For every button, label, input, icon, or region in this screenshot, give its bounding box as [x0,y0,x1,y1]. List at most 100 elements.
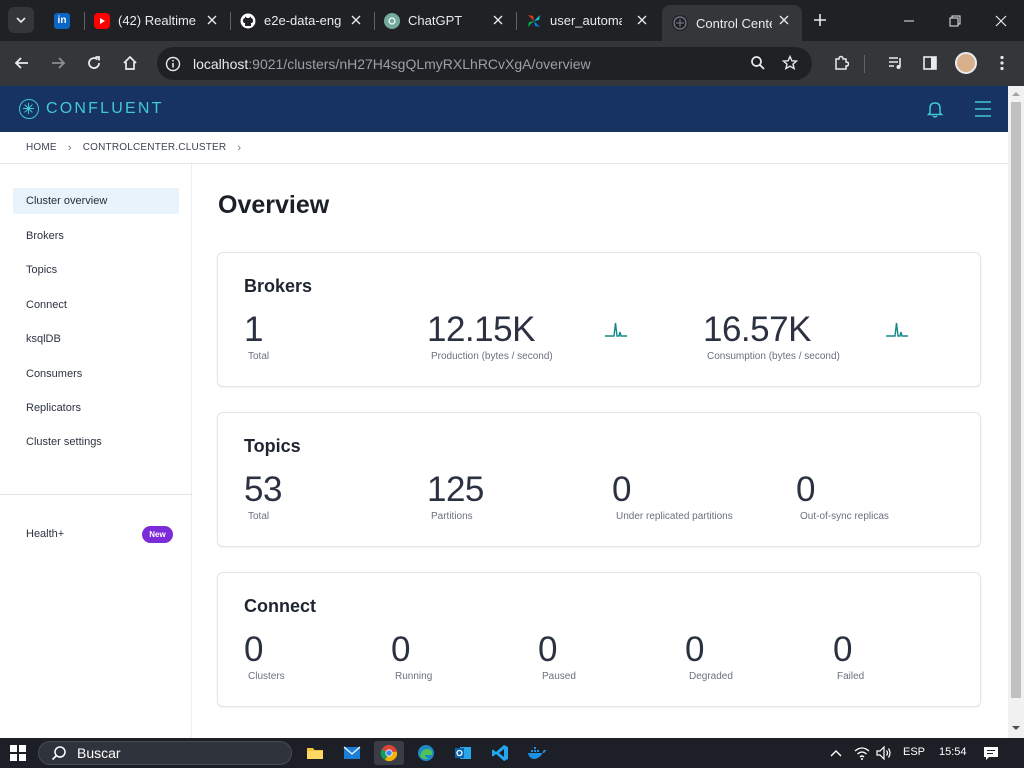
sidebar-item-label: Cluster overview [26,195,108,207]
address-bar[interactable]: localhost:9021/clusters/nH27H4sgQLmyRXLh… [157,47,812,80]
plus-icon [814,14,826,26]
chatgpt-icon [384,12,400,29]
restore-button[interactable] [932,0,978,41]
notifications-button[interactable] [925,99,945,119]
tab-chatgpt[interactable]: ChatGPT [374,5,516,36]
metric-label: Total [248,351,270,362]
bell-icon [926,102,944,118]
breadcrumb-home[interactable]: HOME [26,142,57,153]
app-menu-button[interactable] [973,99,993,119]
url-text: localhost:9021/clusters/nH27H4sgQLmyRXLh… [193,55,591,72]
close-icon[interactable] [634,12,650,28]
close-icon[interactable] [348,12,364,28]
page-scrollbar[interactable] [1008,86,1024,738]
vscode-icon[interactable] [485,741,515,765]
topics-card[interactable]: Topics 53 Total 125 Partitions 0 Under r… [217,412,981,547]
metric-label: Running [395,671,433,682]
sidebar-item-brokers[interactable]: Brokers [13,223,179,249]
consumption-sparkline-icon [886,322,908,337]
mail-icon[interactable] [337,741,367,765]
bookmark-button[interactable] [778,51,802,75]
sidebar-item-replicators[interactable]: Replicators [13,395,179,421]
sidebar-item-topics[interactable]: Topics [13,257,179,283]
hamburger-icon [975,101,991,117]
wifi-icon[interactable] [854,746,870,760]
sidebar: Cluster overview Brokers Topics Connect … [0,164,192,738]
back-button[interactable] [10,51,34,75]
tab-title: user_automat [550,13,622,28]
tab-github[interactable]: e2e-data-eng [230,5,374,36]
scroll-down-icon[interactable] [1012,724,1020,732]
chrome-icon[interactable] [374,741,404,765]
tab-search-dropdown-button[interactable] [8,7,34,33]
minimize-button[interactable] [886,0,932,41]
sidebar-item-label: ksqlDB [26,333,61,345]
sidebar-item-ksqldb[interactable]: ksqlDB [13,326,179,352]
home-button[interactable] [118,51,142,75]
sidebar-item-consumers[interactable]: Consumers [13,361,179,387]
sidebar-item-cluster-overview[interactable]: Cluster overview [13,188,179,214]
metric-label: Degraded [689,671,733,682]
windows-start-icon[interactable] [10,745,26,761]
close-icon[interactable] [490,12,506,28]
browser-menu-button[interactable] [990,51,1014,75]
media-control-button[interactable] [884,51,908,75]
chevron-down-icon [16,17,26,24]
tab-airflow[interactable]: user_automat [516,5,660,36]
confluent-logo[interactable]: CONFLUENT [19,99,164,119]
close-icon[interactable] [204,12,220,28]
sidebar-item-connect[interactable]: Connect [13,292,179,318]
metric-label: Paused [542,671,576,682]
volume-icon[interactable] [876,746,892,760]
metric-value: 12.15K [427,310,535,349]
extensions-button[interactable] [829,51,853,75]
reload-button[interactable] [82,51,106,75]
more-vertical-icon [1000,55,1004,71]
docker-icon[interactable] [522,741,552,765]
sidebar-item-health-plus[interactable]: Health+ [26,528,64,540]
scrollbar-thumb[interactable] [1011,102,1021,698]
site-info-icon[interactable] [165,56,181,72]
notification-center-icon[interactable] [983,746,999,761]
clock[interactable]: 15:54 [939,746,967,758]
chevron-right-icon: › [237,141,242,154]
card-title: Brokers [244,276,313,296]
search-placeholder: Buscar [77,745,121,761]
edge-icon[interactable] [411,741,441,765]
tab-youtube[interactable]: (42) Realtime [84,5,230,36]
taskbar-search[interactable]: Buscar [38,741,292,765]
card-title: Topics [244,436,301,456]
topics-under-replicated-metric: 0 Under replicated partitions [612,471,733,523]
chevron-up-icon[interactable] [830,749,842,757]
profile-avatar[interactable] [955,52,977,74]
file-explorer-icon[interactable] [300,741,330,765]
tab-control-center[interactable]: Control Cente [662,5,802,41]
connect-degraded-metric: 0 Degraded [685,631,733,683]
close-window-button[interactable] [978,0,1024,41]
tab-linkedin[interactable]: in [44,5,84,36]
outlook-icon[interactable] [448,741,478,765]
forward-button[interactable] [46,51,70,75]
new-tab-button[interactable] [808,8,832,32]
minimize-icon [904,20,914,21]
sidebar-item-cluster-settings[interactable]: Cluster settings [13,429,179,455]
metric-value: 53 [244,470,282,509]
breadcrumb: HOME › CONTROLCENTER.CLUSTER › [0,132,1008,164]
metric-label: Total [248,511,270,522]
metric-value: 0 [244,630,263,669]
production-sparkline-icon [605,322,627,337]
scroll-up-icon[interactable] [1012,90,1020,98]
breadcrumb-cluster[interactable]: CONTROLCENTER.CLUSTER [83,142,227,153]
language-indicator[interactable]: ESP [903,746,925,758]
connect-card[interactable]: Connect 0 Clusters 0 Running 0 Paused 0 … [217,572,981,707]
close-icon[interactable] [776,12,792,28]
arrow-right-icon [52,57,66,69]
metric-value: 0 [391,630,410,669]
tab-title: Control Cente [696,15,772,31]
restore-icon [949,15,961,26]
zoom-button[interactable] [746,51,770,75]
connect-paused-metric: 0 Paused [538,631,576,683]
brokers-card[interactable]: Brokers 1 Total 12.15K Production (bytes… [217,252,981,387]
metric-label: Clusters [248,671,285,682]
side-panel-button[interactable] [918,51,942,75]
